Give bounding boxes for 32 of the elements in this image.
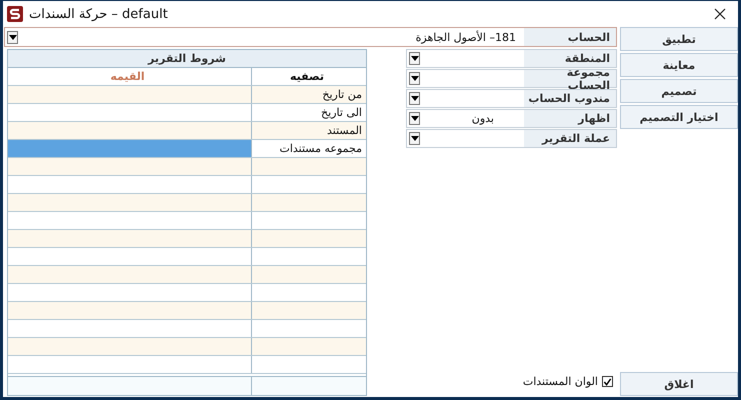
filter-label: مندوب الحساب (524, 90, 616, 107)
filter-label: عملة التقرير (524, 130, 616, 147)
column-header: تصفيه (288, 69, 326, 85)
filter-dropdown[interactable]: بدون اظهار (406, 109, 617, 128)
column-header: القيمه (8, 68, 252, 85)
close-button[interactable]: اغلاق (620, 372, 738, 396)
close-icon[interactable] (714, 8, 726, 20)
checkbox[interactable] (602, 376, 613, 387)
filter-dropdown[interactable]: المنطقة (406, 49, 617, 68)
filter-label: اظهار (524, 110, 616, 127)
filter-dropdown[interactable]: مندوب الحساب (406, 89, 617, 108)
filter-value: بدون (470, 112, 495, 125)
filter-label: المنطقة (524, 50, 616, 67)
table-cell-text: المستند (326, 123, 363, 139)
table-cell-text: الى تاريخ (320, 105, 363, 121)
table-cell-text: من تاريخ (321, 87, 363, 103)
filter-label: مجموعة الحساب (524, 70, 616, 87)
action-button[interactable]: تصميم (620, 79, 738, 103)
value-cell[interactable] (8, 140, 252, 157)
action-button[interactable]: اختيار التصميم (620, 105, 738, 129)
account-label: الحساب (524, 28, 616, 46)
filter-dropdown[interactable]: مجموعة الحساب (406, 69, 617, 88)
window-title: حركة السندات – default (29, 6, 169, 22)
action-button[interactable]: معاينة (620, 53, 738, 77)
filter-dropdown[interactable]: عملة التقرير (406, 129, 617, 148)
account-value: 181– الأصول الجاهزة (414, 30, 517, 44)
account-field[interactable]: 181– الأصول الجاهزة الحساب (4, 27, 617, 47)
table-cell-text: مجموعه مستندات (278, 141, 363, 157)
action-button[interactable]: تطبيق (620, 27, 738, 51)
checkbox-label: الوان المستندات (522, 375, 598, 388)
app-logo-icon (7, 6, 23, 22)
table-title: شروط التقرير (8, 50, 366, 68)
